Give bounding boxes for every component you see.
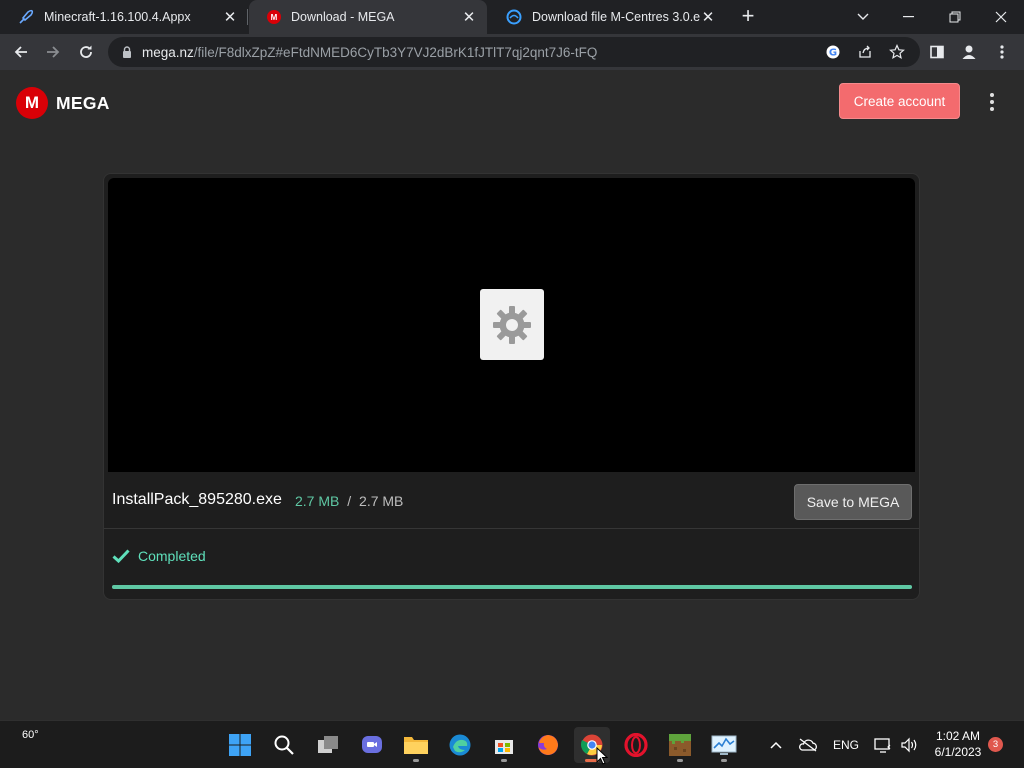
minimize-icon[interactable] — [886, 0, 932, 34]
close-window-icon[interactable] — [978, 0, 1024, 34]
browser-tab-strip: Minecraft-1.16.100.4.Appx ✕ M Download -… — [0, 0, 1024, 34]
forward-button[interactable] — [40, 39, 66, 65]
edge-icon — [449, 734, 471, 756]
start-button[interactable] — [222, 727, 258, 763]
arrow-right-icon — [47, 46, 60, 58]
tab-title: Minecraft-1.16.100.4.Appx — [44, 10, 191, 24]
language-indicator[interactable]: ENG — [830, 733, 862, 757]
google-lens-icon[interactable]: G — [822, 41, 844, 63]
opera-icon — [624, 733, 648, 757]
svg-text:G: G — [829, 48, 837, 59]
windows-taskbar: 60° ENG 1:02 AM 6/1/2023 3 — [0, 720, 1024, 768]
tab-title: Download file M-Centres 3.0.exe — [532, 10, 700, 24]
windows-logo-icon — [229, 734, 251, 756]
weather-widget[interactable]: 60° — [8, 727, 48, 763]
close-tab-icon[interactable]: ✕ — [222, 9, 238, 26]
chrome-taskbar-button[interactable] — [574, 727, 610, 765]
download-card: InstallPack_895280.exe 2.7 MB / 2.7 MB S… — [103, 173, 920, 600]
page-menu-icon[interactable] — [984, 89, 1000, 115]
reload-icon — [80, 45, 92, 58]
gear-icon — [493, 305, 531, 344]
status-text: Completed — [138, 548, 206, 564]
notification-badge[interactable]: 3 — [988, 737, 1003, 752]
task-view-button[interactable] — [310, 727, 346, 763]
tab-search-chevron-icon[interactable] — [840, 0, 886, 34]
teams-chat-button[interactable] — [354, 727, 390, 763]
file-size: 2.7 MB / 2.7 MB — [295, 493, 403, 509]
minecraft-button[interactable] — [662, 727, 698, 763]
create-account-button[interactable]: Create account — [839, 83, 960, 119]
bookmark-star-icon[interactable] — [886, 41, 908, 63]
opera-button[interactable] — [618, 727, 654, 763]
size-separator: / — [347, 493, 352, 509]
minecraft-grass-block-icon — [669, 734, 691, 756]
taskbar-clock[interactable]: 1:02 AM 6/1/2023 — [926, 728, 990, 760]
clock-time: 1:02 AM — [935, 729, 981, 743]
edge-icon — [506, 9, 522, 25]
tab-title: Download - MEGA — [291, 10, 395, 24]
profile-avatar-icon[interactable] — [956, 39, 982, 65]
download-status: Completed — [112, 548, 206, 564]
weather-temperature: 60° — [22, 729, 39, 741]
file-info-bar: InstallPack_895280.exe 2.7 MB / 2.7 MB S… — [104, 474, 919, 529]
lock-icon[interactable] — [120, 45, 134, 59]
mouse-cursor-icon — [596, 747, 608, 765]
new-tab-button[interactable]: + — [736, 5, 760, 29]
store-icon — [495, 740, 513, 754]
browser-toolbar: mega.nz/file/F8dlxZpZ#eFtdNMED6CyTb3Y7VJ… — [0, 34, 1024, 70]
onedrive-offline-icon[interactable] — [796, 733, 820, 757]
file-preview — [108, 178, 915, 472]
mega-page: M MEGA Create account InstallPack_895280… — [0, 70, 1024, 720]
task-view-icon — [318, 736, 338, 753]
browser-menu-icon[interactable] — [989, 39, 1015, 65]
address-bar[interactable]: mega.nz/file/F8dlxZpZ#eFtdNMED6CyTb3Y7VJ… — [108, 37, 920, 67]
network-icon[interactable] — [872, 733, 894, 757]
checkmark-icon — [112, 549, 130, 563]
arrow-left-icon — [14, 46, 27, 58]
tab-minecraft[interactable]: Minecraft-1.16.100.4.Appx ✕ — [0, 0, 248, 34]
reload-button[interactable] — [73, 39, 99, 65]
show-hidden-icons-chevron[interactable] — [766, 733, 786, 757]
share-icon[interactable] — [854, 41, 876, 63]
resource-monitor-button[interactable] — [706, 727, 742, 763]
volume-icon[interactable] — [898, 733, 920, 757]
download-progress-bar — [112, 585, 912, 589]
mega-logo[interactable]: M MEGA — [16, 87, 110, 119]
tab-download-file[interactable]: Download file M-Centres 3.0.exe ✕ — [488, 0, 726, 34]
mega-logo-icon: M — [16, 87, 48, 119]
search-icon — [274, 735, 294, 755]
mega-icon: M — [267, 10, 281, 24]
rocket-icon — [19, 9, 34, 24]
save-to-mega-button[interactable]: Save to MEGA — [794, 484, 912, 520]
taskbar-search-button[interactable] — [266, 727, 302, 763]
close-tab-icon[interactable]: ✕ — [700, 9, 716, 26]
progress-fill — [112, 585, 912, 589]
file-name: InstallPack_895280.exe — [112, 491, 282, 508]
firefox-button[interactable] — [530, 727, 566, 763]
close-tab-icon[interactable]: ✕ — [461, 9, 477, 26]
back-button[interactable] — [8, 39, 34, 65]
downloaded-size: 2.7 MB — [295, 493, 340, 509]
edge-taskbar-button[interactable] — [442, 727, 478, 763]
microsoft-store-button[interactable] — [486, 727, 522, 763]
tab-mega[interactable]: M Download - MEGA ✕ — [249, 0, 487, 34]
executable-file-icon — [480, 289, 544, 360]
chat-icon — [362, 736, 382, 753]
file-explorer-button[interactable] — [398, 727, 434, 763]
url-text: mega.nz/file/F8dlxZpZ#eFtdNMED6CyTb3Y7VJ… — [142, 44, 598, 60]
side-panel-icon[interactable] — [924, 39, 950, 65]
restore-icon[interactable] — [932, 0, 978, 34]
total-size: 2.7 MB — [359, 493, 404, 509]
folder-icon — [404, 737, 428, 754]
firefox-icon — [538, 735, 558, 755]
clock-date: 6/1/2023 — [934, 745, 982, 759]
mega-wordmark: MEGA — [56, 92, 110, 113]
monitor-chart-icon — [711, 735, 737, 755]
